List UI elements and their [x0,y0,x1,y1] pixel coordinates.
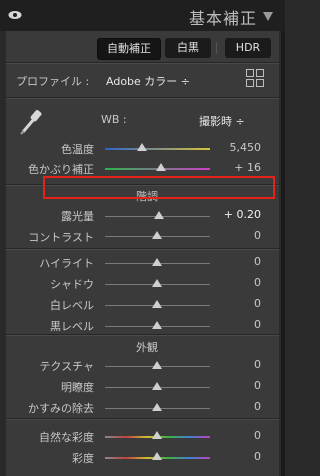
saturation-thumb[interactable] [152,452,162,460]
vibrance-thumb[interactable] [152,431,162,439]
auto-button[interactable]: 自動補正 [97,38,161,60]
temp-slider[interactable] [105,148,210,150]
eye-icon[interactable] [8,10,22,20]
tint-value[interactable]: + 16 [201,161,261,174]
clarity-label: 明瞭度 [61,381,94,394]
blacks-value[interactable]: 0 [201,318,261,331]
temp-thumb[interactable] [137,143,147,151]
divider [6,98,279,99]
clarity-value[interactable]: 0 [201,379,261,392]
dehaze-value[interactable]: 0 [201,400,261,413]
presence-section-title: 外観 [136,341,158,354]
blacks-label: 黒レベル [50,320,94,333]
saturation-value[interactable]: 0 [201,450,261,463]
contrast-value[interactable]: 0 [201,229,261,242]
highlights-thumb[interactable] [152,258,162,266]
whites-value[interactable]: 0 [201,297,261,310]
grid-icon[interactable] [246,69,264,87]
divider [6,419,279,420]
contrast-thumb[interactable] [152,231,162,239]
eyedropper-icon[interactable] [18,105,44,137]
exposure-label: 露光量 [61,210,94,223]
wb-select[interactable]: 撮影時 ÷ [199,113,245,129]
saturation-label: 彩度 [72,452,94,465]
profile-label: プロファイル : [16,75,90,88]
dehaze-thumb[interactable] [152,403,162,411]
shadows-label: シャドウ [50,278,94,291]
texture-label: テクスチャ [39,360,94,373]
whites-label: 白レベル [50,299,94,312]
texture-thumb[interactable] [152,361,162,369]
wb-label: WB : [101,113,127,126]
basic-panel: 自動補正 白黒 HDR プロファイル : Adobe カラー ÷ WB : 撮影… [6,31,279,476]
tint-label: 色かぶり補正 [28,163,94,176]
temp-label: 色温度 [61,143,94,156]
clarity-thumb[interactable] [152,382,162,390]
texture-value[interactable]: 0 [201,358,261,371]
shadows-thumb[interactable] [152,279,162,287]
temp-value[interactable]: 5,450 [201,141,262,154]
bw-button[interactable]: 白黒 [165,38,211,58]
panel-title[interactable]: 基本補正 [189,5,257,29]
shadows-value[interactable]: 0 [201,276,261,289]
tint-thumb[interactable] [156,163,166,171]
divider [6,63,279,64]
vibrance-value[interactable]: 0 [201,429,261,442]
exposure-highlight-box [43,176,275,199]
panel-header: 基本補正 [0,0,285,31]
divider [216,42,217,54]
highlights-label: ハイライト [39,257,94,270]
scrollbar[interactable] [281,31,285,476]
profile-select[interactable]: Adobe カラー ÷ [106,73,190,89]
divider [6,249,279,250]
vibrance-label: 自然な彩度 [39,431,94,444]
whites-thumb[interactable] [152,300,162,308]
highlights-value[interactable]: 0 [201,255,261,268]
blacks-thumb[interactable] [152,321,162,329]
dehaze-label: かすみの除去 [28,402,94,415]
contrast-label: コントラスト [28,231,94,244]
exposure-value[interactable]: + 0.20 [201,208,261,221]
hdr-button[interactable]: HDR [225,38,271,58]
triangle-down-icon[interactable] [263,12,273,21]
divider [6,335,279,336]
exposure-thumb[interactable] [154,211,164,219]
